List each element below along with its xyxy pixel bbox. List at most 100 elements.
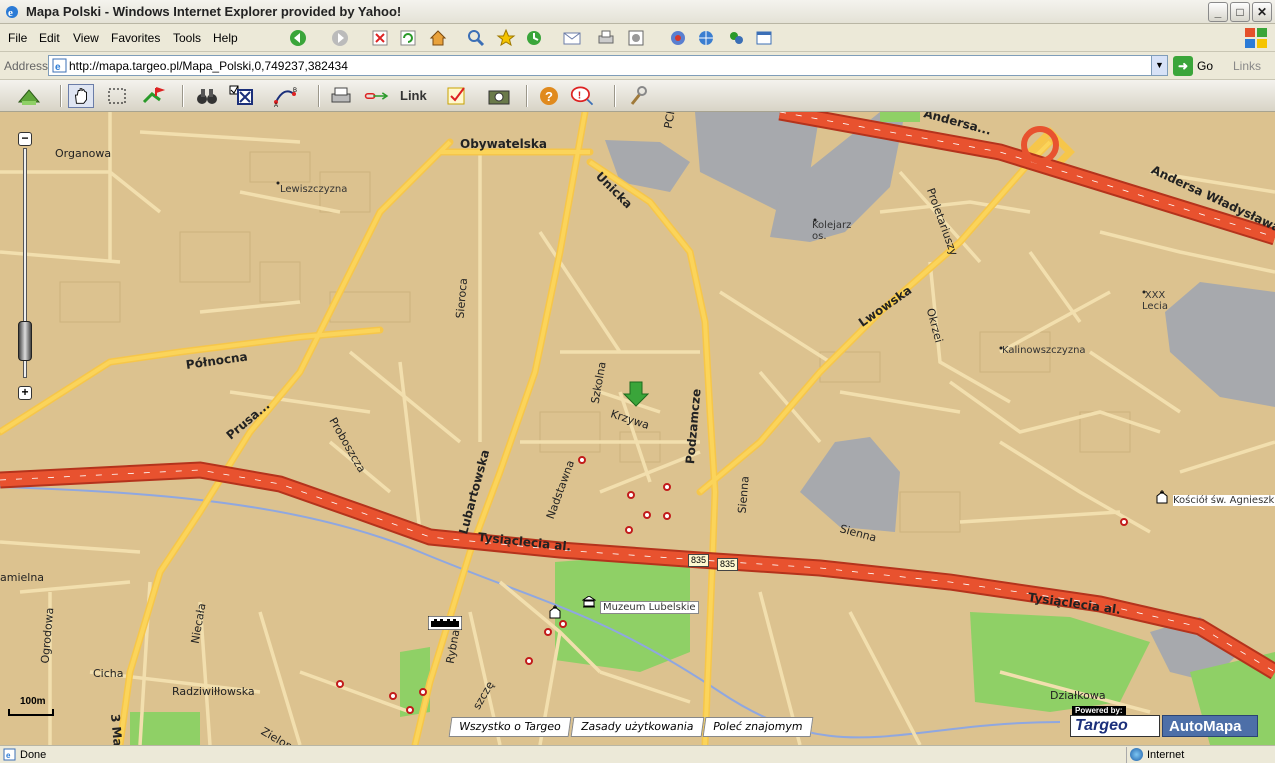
page-favicon-icon: e bbox=[52, 58, 67, 73]
address-field[interactable]: e ▼ bbox=[48, 55, 1168, 76]
research-icon[interactable] bbox=[668, 28, 688, 48]
title-bar: e Mapa Polski - Windows Internet Explore… bbox=[0, 0, 1275, 24]
camera-icon[interactable] bbox=[486, 84, 512, 108]
messenger-icon[interactable] bbox=[726, 28, 746, 48]
go-label: Go bbox=[1197, 59, 1214, 73]
district-label: Lewiszczyzna bbox=[280, 184, 348, 195]
layers-checkbox-icon[interactable] bbox=[228, 84, 254, 108]
page-done-icon: e bbox=[3, 748, 16, 761]
close-button[interactable]: ✕ bbox=[1252, 2, 1272, 22]
zoom-out-button[interactable]: − bbox=[18, 132, 32, 146]
map-home-icon[interactable] bbox=[16, 84, 42, 108]
scale-bar: 100m bbox=[8, 696, 58, 720]
route-shield: 835 bbox=[717, 558, 739, 571]
svg-text:A: A bbox=[274, 103, 278, 108]
window-icon[interactable] bbox=[754, 28, 774, 48]
history-icon[interactable] bbox=[524, 28, 544, 48]
svg-text:?: ? bbox=[545, 89, 553, 104]
home-icon[interactable] bbox=[428, 28, 448, 48]
svg-text:e: e bbox=[8, 7, 13, 19]
go-arrow-icon: ➜ bbox=[1173, 56, 1193, 76]
link-icon[interactable] bbox=[364, 84, 390, 108]
church-icon bbox=[1156, 490, 1168, 504]
about-targeo-link[interactable]: Wszystko o Targeo bbox=[448, 717, 572, 737]
powered-by-label: Powered by: bbox=[1072, 706, 1126, 715]
url-dropdown-icon[interactable]: ▼ bbox=[1151, 56, 1167, 75]
zoom-in-button[interactable]: + bbox=[18, 386, 32, 400]
globe-icon[interactable] bbox=[696, 28, 716, 48]
svg-text:e: e bbox=[6, 751, 11, 760]
svg-text:e: e bbox=[55, 62, 61, 73]
windows-logo-icon bbox=[1245, 28, 1267, 48]
menu-help[interactable]: Help bbox=[213, 31, 238, 45]
maximize-button[interactable]: □ bbox=[1230, 2, 1250, 22]
menu-tools[interactable]: Tools bbox=[173, 31, 201, 45]
toolbar-separator bbox=[182, 85, 184, 107]
street-label: amielna bbox=[0, 571, 45, 584]
minimize-button[interactable]: _ bbox=[1208, 2, 1228, 22]
street-label: Radziwiłłowska bbox=[172, 685, 255, 698]
back-icon[interactable] bbox=[288, 28, 308, 48]
page-icon[interactable] bbox=[626, 28, 646, 48]
brand-logo[interactable]: Powered by: Targeo AutoMapa bbox=[1070, 706, 1260, 738]
church-icon bbox=[549, 605, 561, 619]
refresh-icon[interactable] bbox=[398, 28, 418, 48]
zoom-control[interactable]: − + bbox=[18, 132, 36, 402]
route-icon[interactable] bbox=[140, 84, 166, 108]
menu-bar: File Edit View Favorites Tools Help bbox=[0, 24, 1275, 52]
binoculars-icon[interactable] bbox=[194, 84, 220, 108]
targeo-logo[interactable]: Targeo bbox=[1070, 715, 1160, 737]
terms-of-use-link[interactable]: Zasady użytkowania bbox=[570, 717, 704, 737]
pan-hand-icon[interactable] bbox=[68, 84, 94, 108]
status-bar: e Done Internet bbox=[0, 745, 1275, 763]
distance-measure-icon[interactable]: AB bbox=[272, 84, 298, 108]
favorites-icon[interactable] bbox=[496, 28, 516, 48]
toolbar-separator bbox=[60, 85, 62, 107]
footer-links: Wszystko o Targeo Zasady użytkowania Pol… bbox=[448, 717, 814, 737]
street-label: Organowa bbox=[55, 147, 112, 160]
print-map-icon[interactable] bbox=[328, 84, 354, 108]
zoom-rectangle-icon[interactable] bbox=[104, 84, 130, 108]
castle-icon bbox=[428, 616, 462, 630]
menu-view[interactable]: View bbox=[73, 31, 99, 45]
ie-icon: e bbox=[6, 6, 18, 19]
automapa-logo[interactable]: AutoMapa bbox=[1162, 715, 1258, 737]
window-title: Mapa Polski - Windows Internet Explorer … bbox=[26, 4, 402, 19]
scale-label: 100m bbox=[20, 696, 46, 707]
search-icon[interactable] bbox=[466, 28, 486, 48]
map-note-icon[interactable] bbox=[444, 84, 470, 108]
forward-icon[interactable] bbox=[330, 28, 350, 48]
church-label: Kościół św. Agnieszki bbox=[1173, 495, 1275, 506]
recommend-link[interactable]: Poleć znajomym bbox=[702, 717, 814, 737]
address-label: Address bbox=[4, 59, 49, 73]
security-zone[interactable]: Internet bbox=[1126, 747, 1266, 763]
tools-icon[interactable] bbox=[626, 84, 652, 108]
map-view[interactable]: Obywatelska Organowa Lewiszczyzna Północ… bbox=[0, 112, 1275, 745]
street-label: Działkowa bbox=[1050, 689, 1106, 702]
street-label: Cicha bbox=[93, 667, 124, 680]
link-label[interactable]: Link bbox=[400, 88, 427, 103]
go-button[interactable]: ➜ Go bbox=[1173, 56, 1223, 76]
menu-file[interactable]: File bbox=[8, 31, 27, 45]
toolbar-separator bbox=[526, 85, 528, 107]
district-label: Kalinowszczyzna bbox=[1002, 345, 1086, 356]
links-button[interactable]: Links bbox=[1233, 59, 1261, 73]
url-input[interactable] bbox=[69, 57, 1139, 74]
status-text: Done bbox=[20, 749, 47, 761]
toolbar-separator bbox=[318, 85, 320, 107]
route-shield: 835 bbox=[688, 554, 710, 567]
district-label: XXX Lecia bbox=[1142, 290, 1168, 312]
svg-text:B: B bbox=[293, 88, 297, 94]
print-icon[interactable] bbox=[596, 28, 616, 48]
internet-zone-icon bbox=[1130, 748, 1143, 761]
zone-label: Internet bbox=[1147, 749, 1185, 761]
help-icon[interactable]: ? bbox=[536, 84, 562, 108]
menu-edit[interactable]: Edit bbox=[39, 31, 60, 45]
district-label: Kolejarz os. bbox=[812, 220, 852, 242]
menu-favorites[interactable]: Favorites bbox=[111, 31, 160, 45]
feedback-icon[interactable]: ! bbox=[570, 84, 596, 108]
mail-icon[interactable] bbox=[562, 28, 582, 48]
zoom-slider-thumb[interactable] bbox=[18, 321, 32, 361]
toolbar-separator bbox=[614, 85, 616, 107]
stop-icon[interactable] bbox=[370, 28, 390, 48]
